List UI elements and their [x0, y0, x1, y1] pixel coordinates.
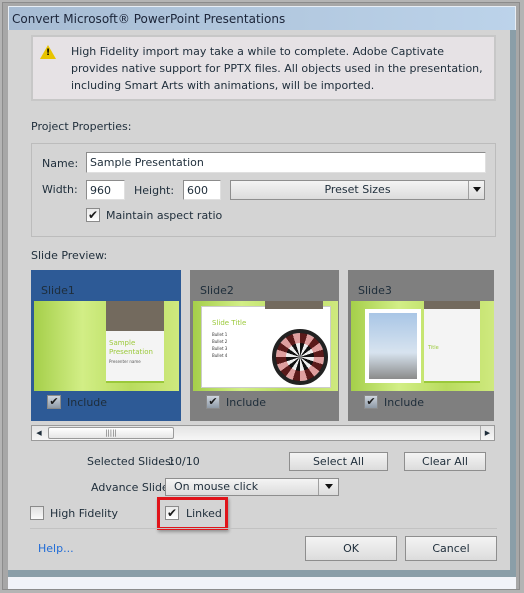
advance-slide-dropdown[interactable]: On mouse click: [165, 478, 339, 496]
slide-card-3[interactable]: Slide3 Title ✔ Include: [348, 270, 494, 421]
clear-all-button[interactable]: Clear All: [404, 452, 486, 471]
horizontal-scrollbar[interactable]: ◀ ||||| ▶: [31, 425, 495, 441]
title-bar[interactable]: Convert Microsoft® PowerPoint Presentati…: [8, 6, 516, 30]
name-input[interactable]: Sample Presentation: [86, 152, 486, 173]
height-input[interactable]: 600: [183, 180, 221, 200]
window-title: Convert Microsoft® PowerPoint Presentati…: [12, 12, 286, 26]
warning-box: ! High Fidelity import may take a while …: [31, 35, 496, 101]
help-link[interactable]: Help...: [38, 542, 74, 555]
include-label: Include: [384, 395, 425, 409]
preset-sizes-dropdown[interactable]: Preset Sizes: [230, 180, 485, 200]
warning-text: High Fidelity import may take a while to…: [71, 45, 483, 92]
maintain-aspect-label: Maintain aspect ratio: [106, 209, 223, 222]
status-strip: [8, 577, 516, 589]
linked-checkbox[interactable]: ✔: [165, 506, 179, 520]
advance-slide-label: Advance Slide:: [91, 481, 173, 494]
include-checkbox[interactable]: ✔: [47, 395, 61, 409]
scroll-left-icon[interactable]: ◀: [32, 426, 46, 440]
thumb-title: Slide Title: [212, 319, 247, 327]
project-properties-label: Project Properties:: [31, 120, 132, 133]
ok-button[interactable]: OK: [305, 536, 397, 561]
thumb-subtitle: Presenter name: [109, 359, 141, 364]
dartboard-image: [272, 329, 328, 385]
include-checkbox[interactable]: ✔: [364, 395, 378, 409]
divider: [30, 528, 497, 529]
slide-thumbnail: Sample Presentation Presenter name: [34, 301, 179, 391]
slide-name: Slide1: [41, 284, 75, 297]
window-edge-bottom: [8, 570, 516, 577]
include-label: Include: [67, 395, 108, 409]
slide-thumbnail: Title: [351, 301, 494, 391]
selected-slides-value: 10/10: [168, 455, 200, 468]
chevron-down-icon: [468, 181, 484, 199]
thumb-title: Sample Presentation: [109, 339, 153, 356]
width-input[interactable]: 960: [86, 180, 125, 200]
selected-slides-label: Selected Slides:: [87, 455, 175, 468]
warning-icon: !: [40, 45, 56, 59]
slide-preview-label: Slide Preview:: [31, 249, 108, 262]
penguins-image: [369, 313, 417, 379]
high-fidelity-label: High Fidelity: [50, 507, 119, 520]
cancel-button[interactable]: Cancel: [405, 536, 497, 561]
slide-card-1[interactable]: Slide1 Sample Presentation Presenter nam…: [31, 270, 181, 421]
include-label: Include: [226, 395, 267, 409]
slide-name: Slide2: [200, 284, 234, 297]
high-fidelity-checkbox[interactable]: [30, 506, 44, 520]
window-edge: [510, 30, 516, 570]
slide-card-2[interactable]: Slide2 Slide Title Bullet 1 Bullet 2 Bul…: [190, 270, 339, 421]
name-label: Name:: [42, 157, 79, 170]
scroll-right-icon[interactable]: ▶: [480, 426, 494, 440]
width-label: Width:: [42, 183, 78, 196]
thumb-title: Title: [424, 309, 480, 383]
slide-thumbnail: Slide Title Bullet 1 Bullet 2 Bullet 3 B…: [193, 301, 338, 391]
include-checkbox[interactable]: ✔: [206, 395, 220, 409]
preset-sizes-label: Preset Sizes: [324, 183, 391, 196]
height-label: Height:: [134, 184, 175, 197]
scroll-thumb[interactable]: |||||: [48, 427, 174, 439]
select-all-button[interactable]: Select All: [289, 452, 388, 471]
slide-name: Slide3: [358, 284, 392, 297]
chevron-down-icon: [318, 479, 338, 495]
linked-label: Linked: [186, 507, 222, 520]
maintain-aspect-checkbox[interactable]: ✔: [86, 208, 100, 222]
advance-slide-value: On mouse click: [174, 480, 259, 493]
